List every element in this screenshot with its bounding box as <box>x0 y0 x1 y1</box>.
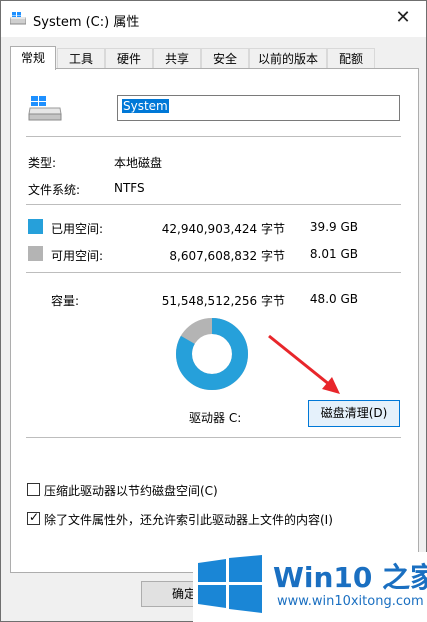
tab-quota[interactable]: 配额 <box>327 48 375 69</box>
tab-bar: 常规 工具 硬件 共享 安全 以前的版本 配额 <box>10 46 420 70</box>
windows-logo-icon <box>198 555 262 613</box>
used-space-bytes: 42,940,903,424 字节 <box>161 222 285 236</box>
divider <box>26 204 401 205</box>
compress-drive-checkbox[interactable] <box>27 483 40 496</box>
capacity-label: 容量: <box>51 294 80 308</box>
disk-cleanup-button[interactable]: 磁盘清理(D) <box>308 400 400 427</box>
tab-general[interactable]: 常规 <box>10 46 56 70</box>
capacity-bytes: 51,548,512,256 字节 <box>161 294 285 308</box>
drive-icon <box>28 96 62 121</box>
title-bar: System (C:) 属性 ✕ <box>1 1 426 37</box>
close-icon: ✕ <box>395 7 411 28</box>
volume-name-selected-text: System <box>122 99 169 113</box>
compress-drive-label[interactable]: 压缩此驱动器以节约磁盘空间(C) <box>44 482 218 499</box>
divider <box>26 136 401 137</box>
free-space-bytes: 8,607,608,832 字节 <box>169 249 285 263</box>
volume-name-input[interactable]: System <box>117 95 400 121</box>
free-space-swatch <box>28 246 43 261</box>
close-button[interactable]: ✕ <box>380 1 426 37</box>
divider <box>26 272 401 273</box>
tab-previous-versions[interactable]: 以前的版本 <box>249 48 327 69</box>
allow-indexing-label[interactable]: 除了文件属性外，还允许索引此驱动器上文件的内容(I) <box>44 511 333 528</box>
allow-indexing-checkbox[interactable]: ✓ <box>27 510 40 525</box>
divider <box>26 437 401 438</box>
watermark-logo: Win10 之家 www.win10xitong.com <box>193 552 427 622</box>
tab-security[interactable]: 安全 <box>201 48 249 69</box>
capacity-size: 48.0 GB <box>309 292 358 306</box>
drive-label: 驱动器 C: <box>189 411 242 425</box>
tab-sharing[interactable]: 共享 <box>153 48 201 69</box>
watermark-url: www.win10xitong.com <box>277 594 424 609</box>
used-space-label: 已用空间: <box>51 222 104 236</box>
tab-hardware[interactable]: 硬件 <box>105 48 153 69</box>
filesystem-label: 文件系统: <box>28 183 81 197</box>
general-panel: System 类型: 本地磁盘 文件系统: NTFS 已用空间: 42,940,… <box>10 68 419 573</box>
window-title: System (C:) 属性 <box>33 15 140 30</box>
checkmark-icon: ✓ <box>29 510 40 524</box>
disk-usage-donut <box>176 318 248 390</box>
used-space-swatch <box>28 219 43 234</box>
properties-window: System (C:) 属性 ✕ 常规 工具 硬件 共享 安全 以前的版本 配额… <box>0 0 427 622</box>
free-space-label: 可用空间: <box>51 249 104 263</box>
used-space-size: 39.9 GB <box>309 220 358 234</box>
free-space-size: 8.01 GB <box>309 247 358 261</box>
annotation-arrow <box>268 334 340 394</box>
type-label: 类型: <box>28 156 57 170</box>
drive-icon <box>10 12 26 25</box>
tab-tools[interactable]: 工具 <box>57 48 105 69</box>
filesystem-value: NTFS <box>114 181 145 195</box>
type-value: 本地磁盘 <box>114 156 163 170</box>
watermark-brand: Win10 之家 <box>273 561 427 594</box>
